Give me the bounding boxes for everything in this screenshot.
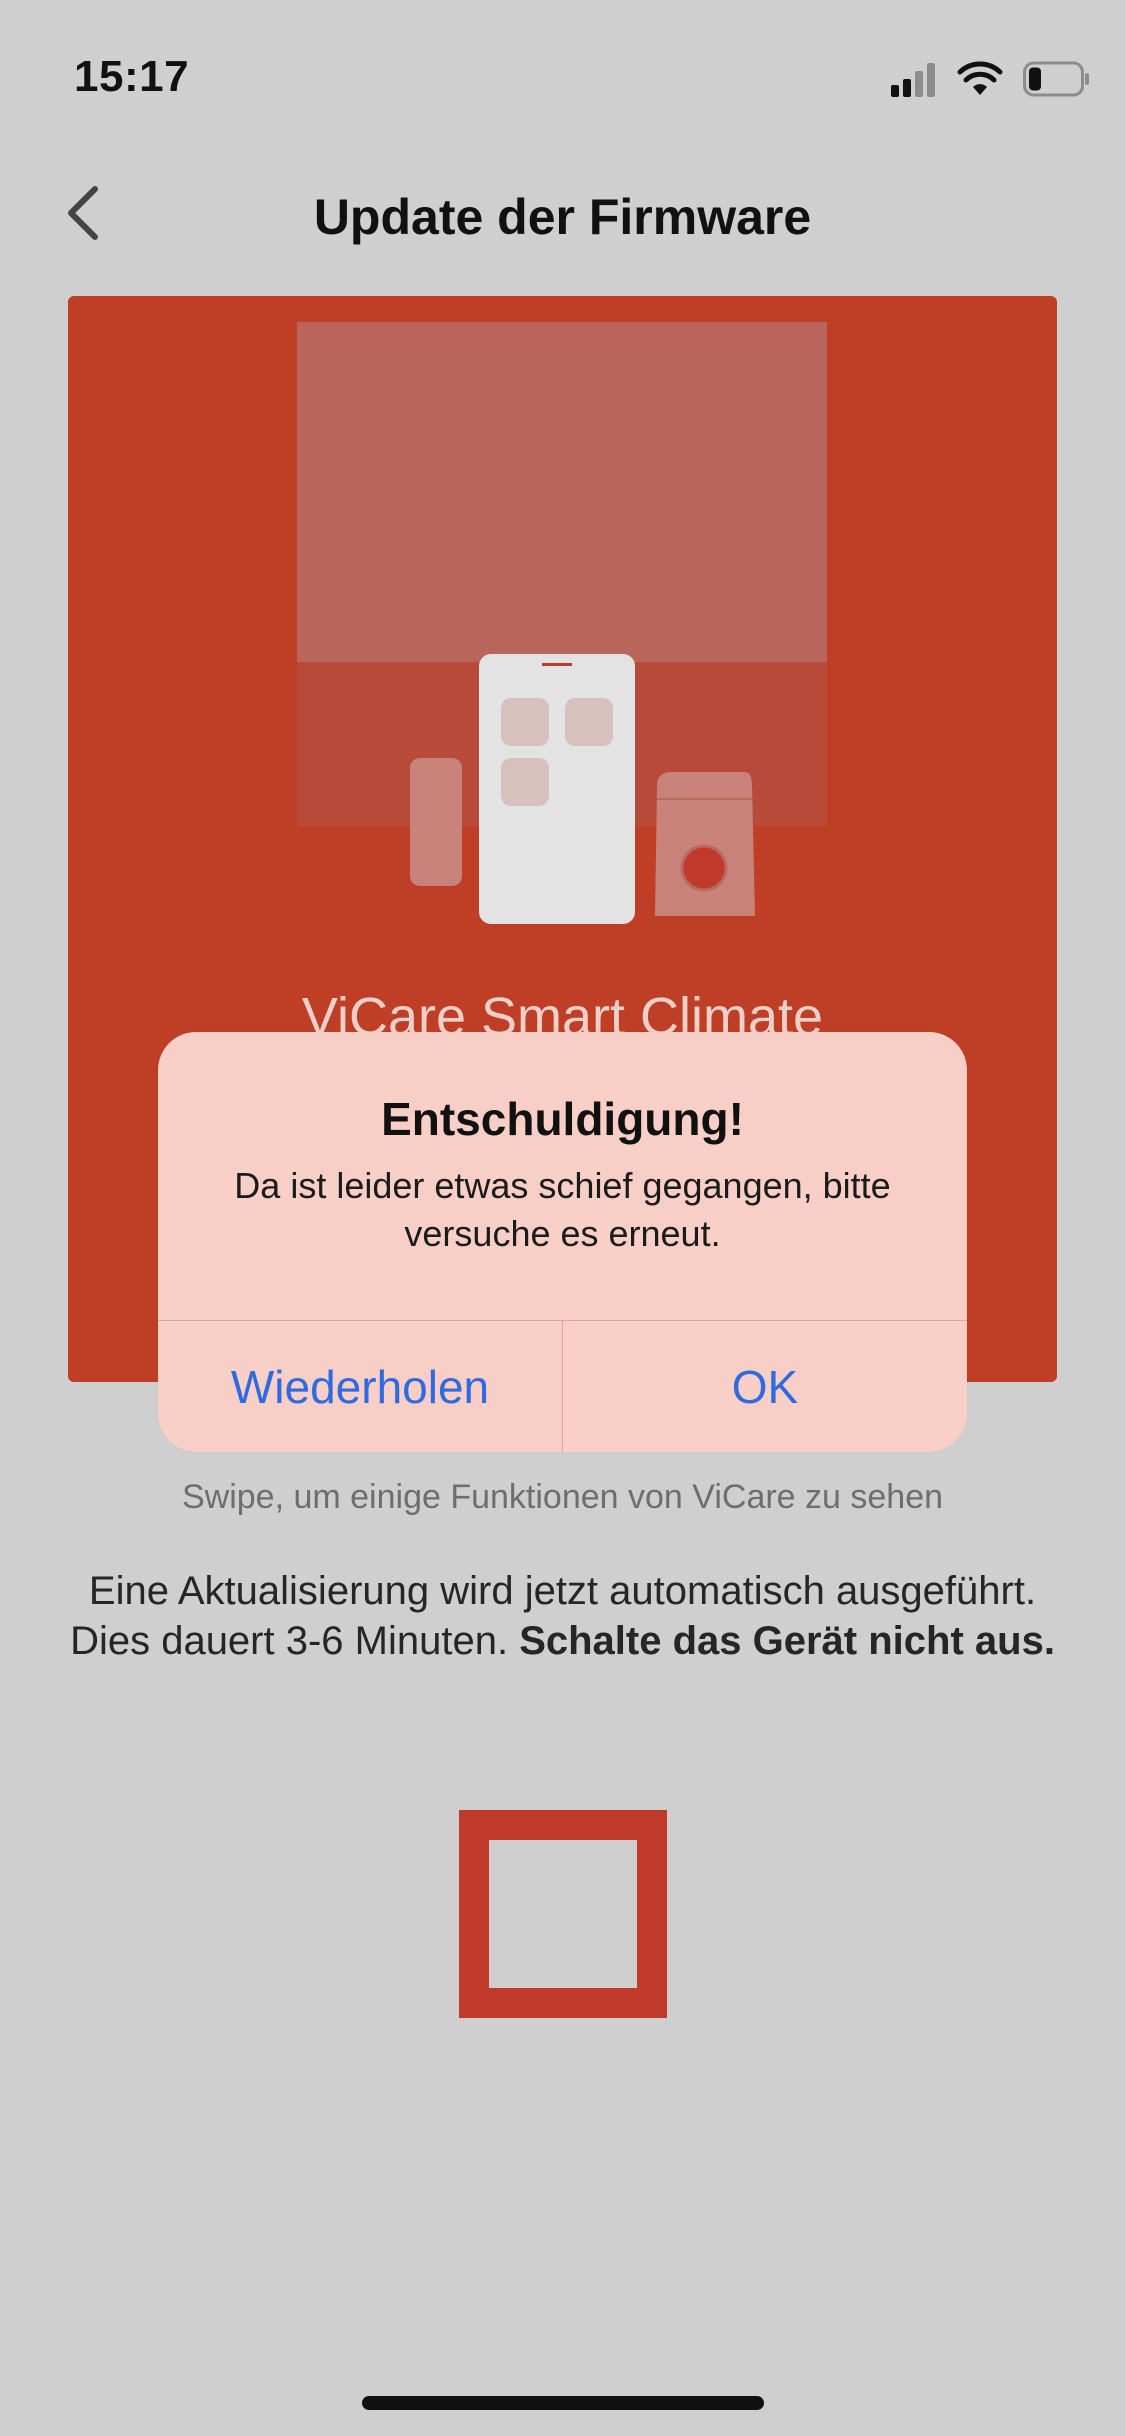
- alert-title: Entschuldigung!: [381, 1093, 744, 1145]
- alert-message: Da ist leider etwas schief gegangen, bit…: [234, 1165, 891, 1254]
- retry-button[interactable]: Wiederholen: [158, 1321, 562, 1452]
- alert-actions: Wiederholen OK: [158, 1320, 967, 1452]
- home-indicator[interactable]: [362, 2396, 764, 2410]
- error-alert-dialog: Entschuldigung! Da ist leider etwas schi…: [158, 1032, 967, 1452]
- ok-button[interactable]: OK: [563, 1321, 967, 1452]
- alert-body: Entschuldigung! Da ist leider etwas schi…: [158, 1032, 967, 1320]
